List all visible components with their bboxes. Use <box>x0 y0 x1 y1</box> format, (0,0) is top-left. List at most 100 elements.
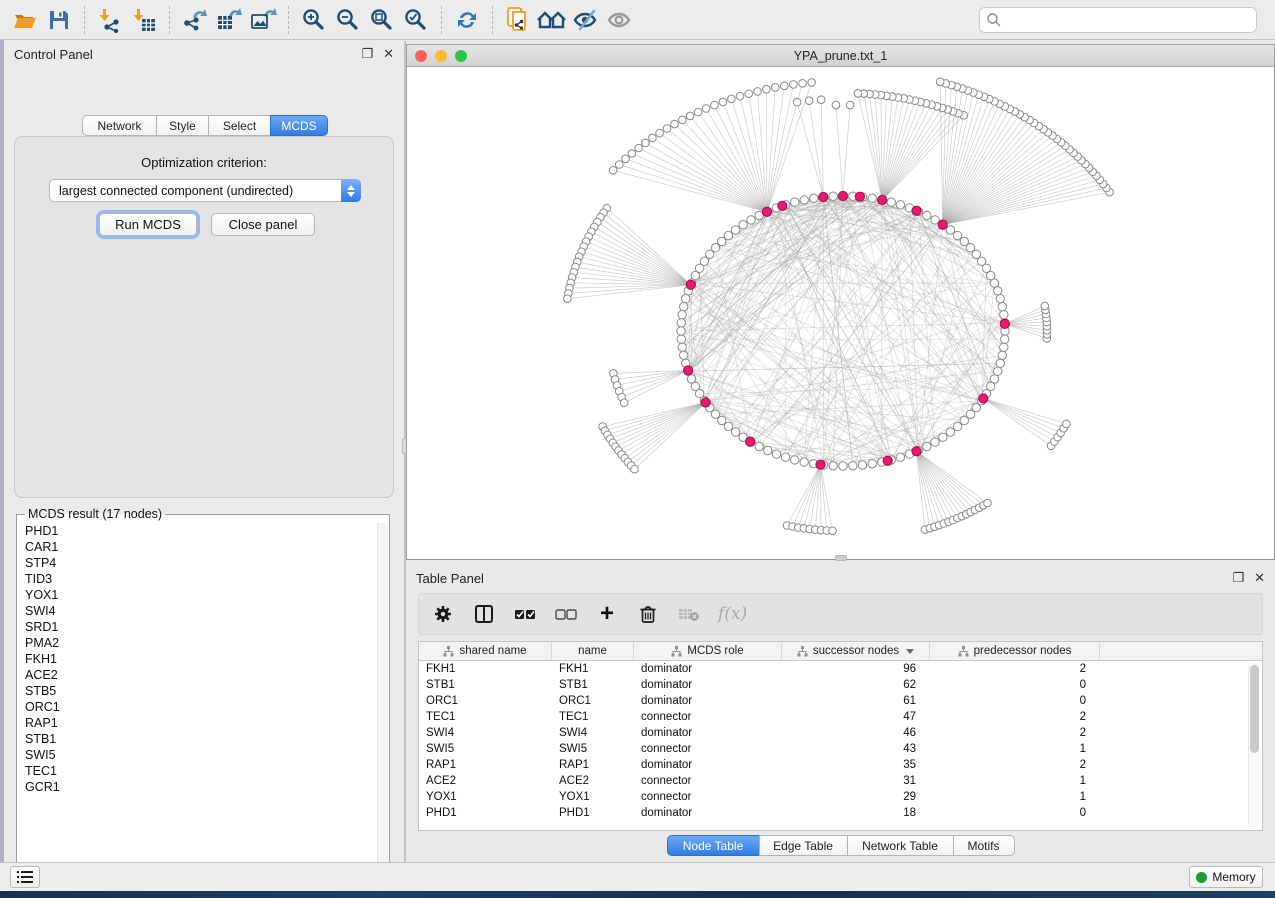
table-row[interactable]: SWI4SWI4dominator462 <box>419 725 1262 741</box>
network-node[interactable] <box>800 196 808 204</box>
satellite-node[interactable] <box>728 95 736 103</box>
mcds-list-item[interactable]: TID3 <box>18 571 376 587</box>
deselect-all-icon[interactable] <box>554 602 578 626</box>
mcds-node[interactable] <box>819 192 828 201</box>
mcds-list-item[interactable]: GCR1 <box>18 779 376 795</box>
mcds-node[interactable] <box>684 366 693 375</box>
network-node[interactable] <box>1000 311 1008 319</box>
satellite-node[interactable] <box>790 81 798 89</box>
create-column-icon[interactable]: + <box>595 602 619 626</box>
tab-edge-table[interactable]: Edge Table <box>759 835 847 856</box>
satellite-node[interactable] <box>846 101 854 109</box>
network-node[interactable] <box>996 295 1004 303</box>
network-search-box[interactable] <box>979 7 1257 33</box>
table-scrollbar[interactable] <box>1248 663 1260 827</box>
mcds-node[interactable] <box>912 206 921 215</box>
network-node[interactable] <box>682 295 690 303</box>
first-neighbors-icon[interactable] <box>535 4 569 36</box>
export-network-icon[interactable] <box>178 4 212 36</box>
satellite-node[interactable] <box>854 90 862 98</box>
mcds-node[interactable] <box>938 220 947 229</box>
mcds-list-item[interactable]: STB5 <box>18 683 376 699</box>
table-row[interactable]: ACE2ACE2connector311 <box>419 773 1262 789</box>
satellite-node[interactable] <box>793 98 801 106</box>
satellite-node[interactable] <box>694 108 702 116</box>
network-node[interactable] <box>998 351 1006 359</box>
satellite-node[interactable] <box>628 150 636 158</box>
task-history-button[interactable] <box>10 866 40 888</box>
network-node[interactable] <box>764 446 772 454</box>
network-node[interactable] <box>772 450 780 458</box>
network-node[interactable] <box>810 194 818 202</box>
network-node[interactable] <box>724 422 732 430</box>
network-node[interactable] <box>858 461 866 469</box>
split-panel-icon[interactable] <box>472 602 496 626</box>
mcds-node[interactable] <box>701 398 710 407</box>
satellite-node[interactable] <box>829 527 837 535</box>
close-panel-button[interactable]: Close panel <box>211 213 315 236</box>
horizontal-splitter-handle[interactable] <box>835 555 847 561</box>
import-network-icon[interactable] <box>93 4 127 36</box>
network-node[interactable] <box>953 422 961 430</box>
criterion-dropdown[interactable]: largest connected component (undirected) <box>49 179 361 202</box>
network-node[interactable] <box>781 453 789 461</box>
column-header-successor-nodes[interactable]: successor nodes <box>782 642 930 660</box>
network-node[interactable] <box>931 438 939 446</box>
satellite-node[interactable] <box>745 90 753 98</box>
mcds-list-item[interactable]: ACE2 <box>18 667 376 683</box>
satellite-node[interactable] <box>808 79 816 87</box>
mcds-list-item[interactable]: SWI4 <box>18 603 376 619</box>
network-node[interactable] <box>739 221 747 229</box>
network-node[interactable] <box>678 311 686 319</box>
close-panel-icon[interactable]: ✕ <box>383 46 394 62</box>
satellite-node[interactable] <box>817 96 825 104</box>
select-all-icon[interactable] <box>513 602 537 626</box>
mcds-list-item[interactable]: SWI5 <box>18 747 376 763</box>
run-mcds-button[interactable]: Run MCDS <box>99 213 197 236</box>
network-node[interactable] <box>849 462 857 470</box>
tab-network[interactable]: Network <box>82 115 156 136</box>
table-row[interactable]: YOX1YOX1connector291 <box>419 789 1262 805</box>
network-node[interactable] <box>960 237 968 245</box>
network-node[interactable] <box>868 460 876 468</box>
network-node[interactable] <box>800 458 808 466</box>
mcds-list-scrollbar[interactable] <box>377 523 388 877</box>
mcds-node[interactable] <box>686 280 695 289</box>
network-node[interactable] <box>731 428 739 436</box>
network-node[interactable] <box>677 319 685 327</box>
column-header-mcds-role[interactable]: MCDS role <box>634 642 782 660</box>
satellite-node[interactable] <box>642 139 650 147</box>
network-node[interactable] <box>994 287 1002 295</box>
network-node[interactable] <box>994 367 1002 375</box>
float-panel-icon[interactable]: ❐ <box>1232 570 1244 586</box>
column-header-name[interactable]: name <box>552 642 634 660</box>
satellite-node[interactable] <box>635 144 643 152</box>
network-node[interactable] <box>1001 335 1009 343</box>
mcds-list-item[interactable]: STB1 <box>18 731 376 747</box>
satellite-node[interactable] <box>564 295 572 303</box>
mcds-list-item[interactable]: STP4 <box>18 555 376 571</box>
mcds-node[interactable] <box>912 447 921 456</box>
table-row[interactable]: SWI5SWI5connector431 <box>419 741 1262 757</box>
network-node[interactable] <box>1000 343 1008 351</box>
table-scrollbar-thumb[interactable] <box>1250 665 1259 753</box>
node-table[interactable]: shared name name MCDS role successor nod… <box>418 641 1263 831</box>
network-node[interactable] <box>946 428 954 436</box>
network-node[interactable] <box>896 453 904 461</box>
hide-selected-icon[interactable] <box>569 4 603 36</box>
mcds-result-list[interactable]: PHD1CAR1STP4TID3YOX1SWI4SRD1PMA2FKH1ACE2… <box>18 523 376 877</box>
mcds-node[interactable] <box>979 394 988 403</box>
column-header-predecessor-nodes[interactable]: predecessor nodes <box>930 642 1100 660</box>
mcds-node[interactable] <box>878 195 887 204</box>
zoom-selected-icon[interactable] <box>399 4 433 36</box>
satellite-node[interactable] <box>832 101 840 109</box>
satellite-node[interactable] <box>686 112 694 120</box>
node-table-rows[interactable]: FKH1FKH1dominator962STB1STB1dominator620… <box>419 661 1262 821</box>
mcds-list-item[interactable]: CAR1 <box>18 539 376 555</box>
mcds-list-item[interactable]: RAP1 <box>18 715 376 731</box>
satellite-node[interactable] <box>656 129 664 137</box>
network-node[interactable] <box>747 216 755 224</box>
column-header-shared-name[interactable]: shared name <box>419 642 552 660</box>
network-window-titlebar[interactable]: YPA_prune.txt_1 <box>407 45 1274 67</box>
network-node[interactable] <box>791 456 799 464</box>
